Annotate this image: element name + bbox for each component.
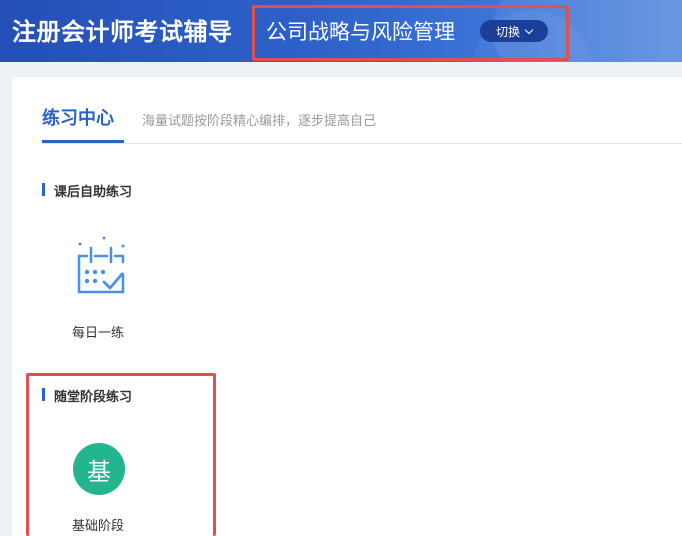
section-marker bbox=[42, 183, 45, 196]
section-title-stage-practice: 随堂阶段练习 bbox=[54, 390, 133, 405]
section-title-self-practice: 课后自助练习 bbox=[54, 185, 133, 200]
section-marker bbox=[42, 388, 45, 401]
calendar-check-icon bbox=[77, 236, 125, 294]
basic-stage-item[interactable]: 基 基础阶段 bbox=[52, 437, 148, 536]
chevron-down-icon bbox=[524, 25, 534, 34]
daily-practice-item[interactable]: 每日一练 bbox=[52, 227, 148, 343]
top-header: 注册会计师考试辅导 公司战略与风险管理 切换 bbox=[0, 0, 682, 62]
practice-center-card: 练习中心 海量试题按阶段精心编排，逐步提高自己 课后自助练习 每日一练 随堂阶段… bbox=[12, 77, 682, 536]
stage-badge-icon: 基 bbox=[73, 443, 125, 495]
tab-description: 海量试题按阶段精心编排，逐步提高自己 bbox=[142, 114, 377, 129]
item-label-daily-practice: 每日一练 bbox=[72, 326, 125, 341]
switch-subject-button[interactable]: 切换 bbox=[480, 20, 548, 42]
switch-label: 切换 bbox=[495, 24, 520, 39]
tab-practice-center[interactable]: 练习中心 bbox=[42, 104, 114, 130]
item-label-basic-stage: 基础阶段 bbox=[72, 519, 125, 534]
app-title: 注册会计师考试辅导 bbox=[12, 18, 233, 46]
subject-title: 公司战略与风险管理 bbox=[266, 20, 455, 44]
tab-divider bbox=[42, 143, 682, 144]
